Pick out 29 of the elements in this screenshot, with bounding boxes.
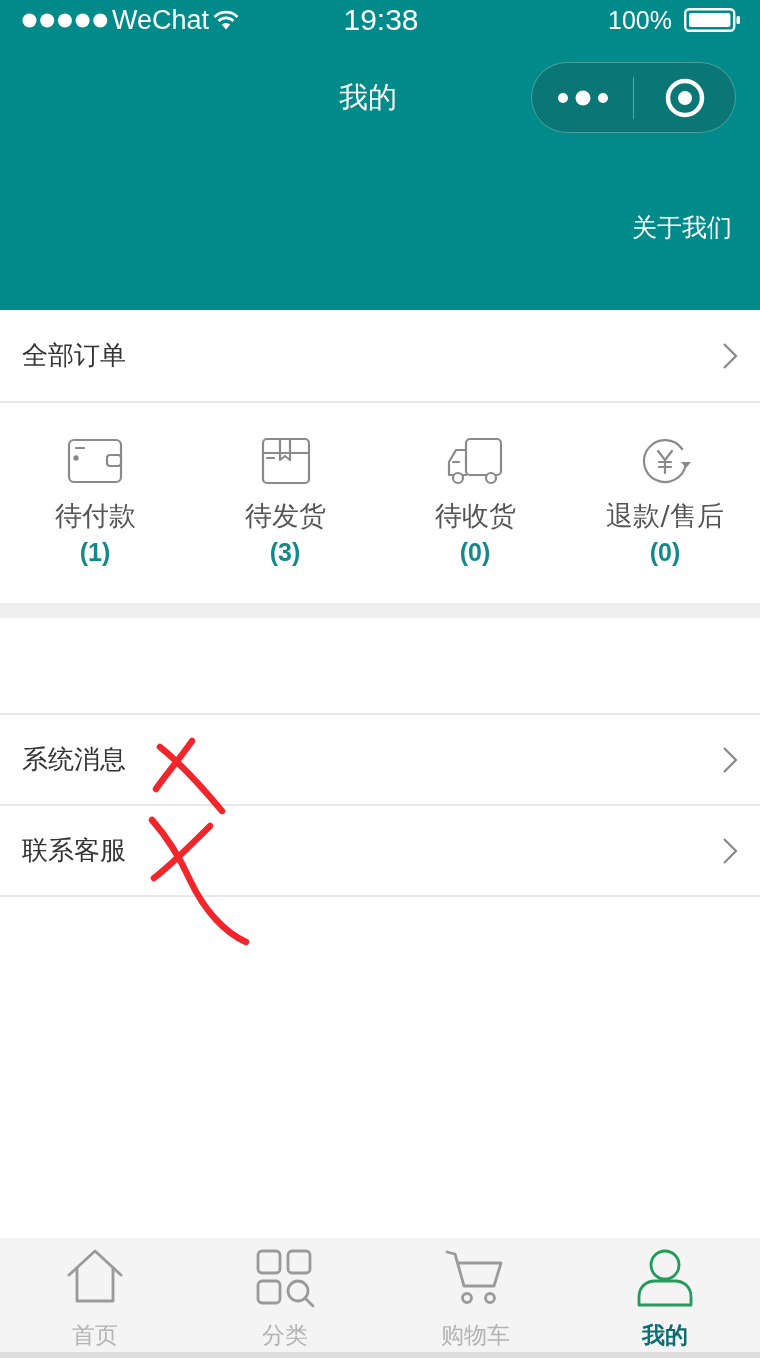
clock-time: 19:38 bbox=[343, 3, 419, 37]
chevron-right-icon bbox=[722, 836, 738, 865]
status-label[interactable]: 待收货 bbox=[434, 498, 516, 534]
chevron-right-icon bbox=[722, 745, 738, 774]
more-icon[interactable] bbox=[557, 89, 608, 106]
status-label[interactable]: 待发货 bbox=[244, 498, 326, 534]
status-count: (0) bbox=[459, 537, 491, 568]
about-us-link[interactable]: 关于我们 bbox=[632, 211, 732, 244]
wallet-icon[interactable] bbox=[65, 436, 125, 486]
menu-item[interactable]: 系统消息 bbox=[0, 715, 760, 806]
circle-dot-icon[interactable] bbox=[664, 77, 705, 118]
menu-item[interactable]: 联系客服 bbox=[0, 806, 760, 897]
status-count: (3) bbox=[269, 537, 301, 568]
truck-icon[interactable] bbox=[445, 436, 505, 486]
status-count: (1) bbox=[79, 537, 111, 568]
all-orders-item[interactable]: 全部订单 bbox=[0, 310, 760, 403]
tab-button[interactable]: 我的 bbox=[570, 1238, 760, 1352]
battery-percentage: 100% bbox=[608, 5, 672, 35]
status-count: (0) bbox=[649, 537, 681, 568]
signal-icon bbox=[22, 12, 108, 28]
chevron-right-icon bbox=[722, 341, 738, 370]
carrier-name: WeChat bbox=[112, 4, 210, 36]
grid-search-icon bbox=[255, 1248, 315, 1308]
user-icon bbox=[635, 1248, 695, 1308]
wifi-icon bbox=[213, 10, 240, 30]
status-label[interactable]: 待付款 bbox=[54, 498, 136, 534]
battery-icon bbox=[684, 8, 740, 32]
status-label[interactable]: 退款/售后 bbox=[606, 498, 724, 534]
page-title: 我的 bbox=[339, 78, 397, 116]
